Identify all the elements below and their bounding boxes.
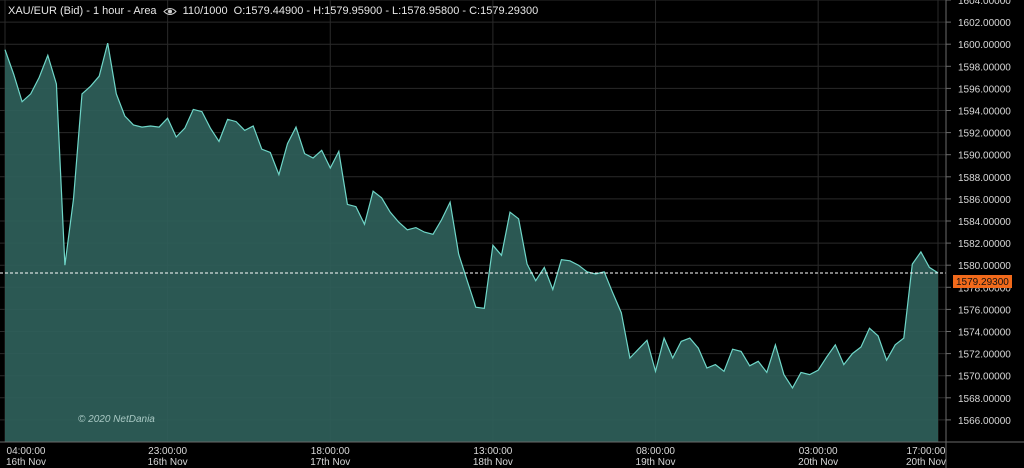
last-price-tag: 1579.29300 [953,275,1012,288]
y-tick-label: 1566.00000 [958,416,1011,427]
y-tick-label: 1596.00000 [958,84,1011,95]
ohlc-readout: O:1579.44900 - H:1579.95900 - L:1578.958… [233,5,539,17]
y-tick-label: 1598.00000 [958,62,1011,73]
x-tick-time: 08:00:00 [636,446,675,457]
y-tick-label: 1580.00000 [958,261,1011,272]
y-tick-label: 1588.00000 [958,173,1011,184]
y-tick-label: 1590.00000 [958,151,1011,162]
price-chart[interactable]: 1566.00000 1568.00000 1570.00000 1572.00000… [0,0,1024,468]
y-tick-label: 1574.00000 [958,328,1011,339]
y-tick-label: 1604.00000 [958,0,1011,7]
chart-header: XAU/EUR (Bid) - 1 hour - Area 110/1000 O… [8,5,538,17]
eye-icon[interactable] [162,7,177,16]
y-tick-label: 1568.00000 [958,394,1011,405]
y-tick-label: 1592.00000 [958,129,1011,140]
last-price-label: 1579.29300 [956,277,1009,288]
x-tick-time: 18:00:00 [311,446,350,457]
x-tick-date: 20th Nov [906,457,946,468]
x-tick-date: 19th Nov [636,457,676,468]
y-tick-label: 1586.00000 [958,195,1011,206]
y-tick-label: 1584.00000 [958,217,1011,228]
y-tick-label: 1582.00000 [958,239,1011,250]
y-axis: 1566.00000 1568.00000 1570.00000 1572.00000… [946,0,1011,427]
price-area [5,43,938,442]
x-tick-time: 03:00:00 [799,446,838,457]
x-tick-time: 17:00:00 [907,446,946,457]
x-tick-time: 13:00:00 [473,446,512,457]
y-tick-label: 1570.00000 [958,372,1011,383]
x-tick-date: 18th Nov [473,457,513,468]
x-tick-time: 23:00:00 [148,446,187,457]
x-tick-date: 17th Nov [310,457,350,468]
x-axis: 04:00:0016th Nov23:00:0016th Nov18:00:00… [6,446,946,468]
y-tick-label: 1576.00000 [958,305,1011,316]
y-tick-label: 1572.00000 [958,350,1011,361]
y-tick-label: 1602.00000 [958,18,1011,29]
instrument-label: XAU/EUR (Bid) - 1 hour - Area [8,5,157,17]
x-tick-date: 16th Nov [6,457,46,468]
x-tick-time: 04:00:00 [7,446,46,457]
y-tick-label: 1600.00000 [958,40,1011,51]
x-tick-date: 20th Nov [798,457,838,468]
copyright-watermark: © 2020 NetDania [78,414,155,425]
y-tick-label: 1594.00000 [958,107,1011,118]
x-tick-date: 16th Nov [148,457,188,468]
bar-count: 110/1000 [182,5,228,17]
